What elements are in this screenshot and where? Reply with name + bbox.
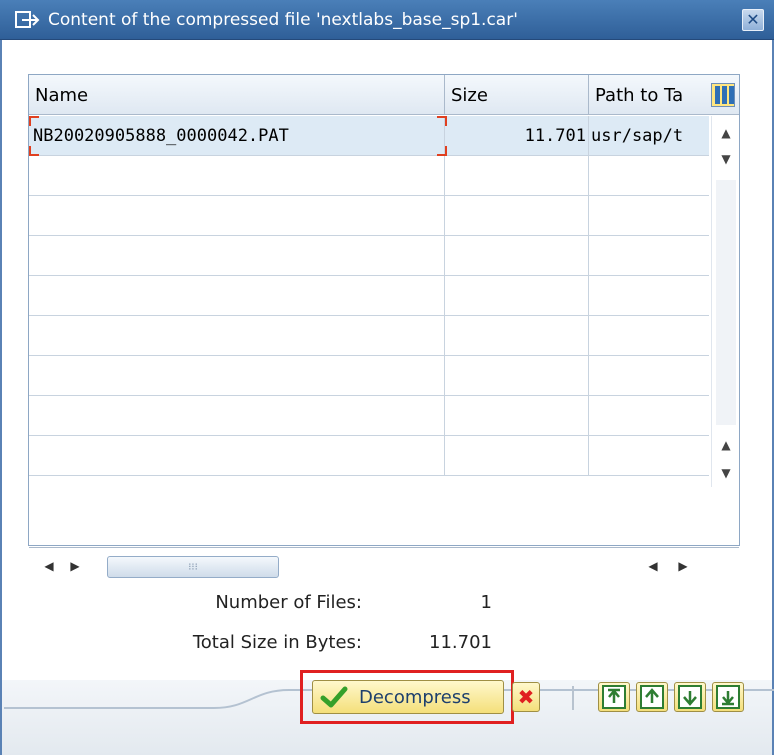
empty-row[interactable] [29, 396, 709, 436]
empty-row[interactable] [29, 156, 709, 196]
decompress-label: Decompress [359, 686, 471, 708]
previous-page-button[interactable] [636, 682, 668, 712]
check-icon [320, 686, 348, 708]
close-icon: ✕ [746, 10, 760, 29]
empty-row[interactable] [29, 436, 709, 476]
vertical-scrollbar[interactable]: ▲ ▼ ▲ ▼ [711, 116, 739, 487]
close-dialog-button[interactable]: ✕ [742, 9, 764, 31]
column-settings-icon[interactable] [711, 83, 735, 107]
dialog-body: Name Size Path to Ta NB20020905888_00000… [0, 40, 774, 755]
scroll-up-icon[interactable]: ▲ [716, 122, 736, 144]
page-up-icon[interactable]: ▲ [716, 434, 736, 456]
decompress-button[interactable]: Decompress [312, 680, 504, 714]
cancel-button[interactable]: ✖ [512, 682, 540, 712]
last-page-button[interactable] [712, 682, 744, 712]
page-down-icon[interactable]: ▼ [716, 148, 736, 170]
total-size-label: Total Size in Bytes: [192, 632, 362, 653]
empty-row[interactable] [29, 276, 709, 316]
scroll-left-icon[interactable]: ◀ [41, 556, 57, 576]
empty-row[interactable] [29, 356, 709, 396]
column-scroll-right-icon[interactable]: ▶ [675, 556, 691, 576]
empty-row[interactable] [29, 316, 709, 356]
dialog-title: Content of the compressed file 'nextlabs… [48, 9, 518, 30]
column-scroll-left-icon[interactable]: ◀ [645, 556, 661, 576]
scroll-track[interactable] [716, 180, 736, 425]
next-page-icon [678, 685, 702, 709]
cell-name[interactable]: NB20020905888_0000042.PAT [29, 116, 445, 156]
next-page-button[interactable] [674, 682, 706, 712]
previous-page-icon [640, 685, 664, 709]
dialog-window-icon [14, 10, 42, 30]
horizontal-scrollbar-strip: ◀ ▶ ⁝⁝⁝ ◀ ▶ [29, 547, 739, 585]
last-page-icon [716, 685, 740, 709]
cell-path[interactable]: usr/sap/t [589, 116, 709, 156]
scroll-right-icon[interactable]: ▶ [67, 556, 83, 576]
table-header: Name Size Path to Ta [29, 75, 739, 115]
empty-row[interactable] [29, 236, 709, 276]
total-size-value: 11.701 [429, 632, 492, 653]
scroll-down-icon[interactable]: ▼ [716, 462, 736, 484]
column-header-size[interactable]: Size [445, 75, 589, 115]
first-page-button[interactable] [598, 682, 630, 712]
table-row[interactable]: NB20020905888_0000042.PAT 11.701 usr/sap… [29, 116, 709, 156]
file-table: Name Size Path to Ta NB20020905888_00000… [28, 74, 740, 585]
cancel-icon: ✖ [517, 685, 535, 709]
table-rows: NB20020905888_0000042.PAT 11.701 usr/sap… [29, 116, 709, 481]
column-header-path[interactable]: Path to Ta [589, 75, 709, 115]
dialog-titlebar: Content of the compressed file 'nextlabs… [0, 0, 774, 40]
file-count-label: Number of Files: [215, 592, 362, 613]
horizontal-scroll-thumb[interactable]: ⁝⁝⁝ [107, 556, 279, 578]
toolbar-separator [572, 686, 574, 710]
cell-size[interactable]: 11.701 [445, 116, 589, 156]
first-page-icon [602, 685, 626, 709]
empty-row[interactable] [29, 196, 709, 236]
file-count-value: 1 [480, 592, 492, 613]
column-header-name[interactable]: Name [29, 75, 445, 115]
